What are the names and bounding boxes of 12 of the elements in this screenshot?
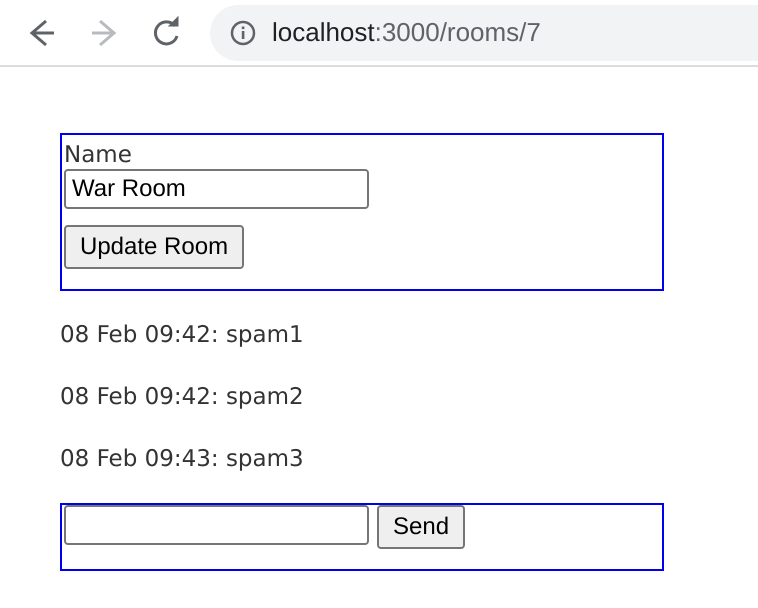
url-host: localhost xyxy=(272,16,375,49)
url-path: :3000/rooms/7 xyxy=(374,16,541,49)
send-button[interactable]: Send xyxy=(377,505,466,549)
message-text: 08 Feb 09:43: spam3 xyxy=(60,445,305,473)
message-text: 08 Feb 09:42: spam1 xyxy=(60,321,305,349)
name-field[interactable]: War Room xyxy=(64,169,369,209)
message-field[interactable] xyxy=(64,505,369,545)
address-bar[interactable]: localhost:3000/rooms/7 xyxy=(210,4,758,60)
info-icon xyxy=(230,20,256,46)
name-label: Name xyxy=(64,141,133,169)
update-room-button[interactable]: Update Room xyxy=(64,225,244,269)
message-text: 08 Feb 09:42: spam2 xyxy=(60,383,305,411)
